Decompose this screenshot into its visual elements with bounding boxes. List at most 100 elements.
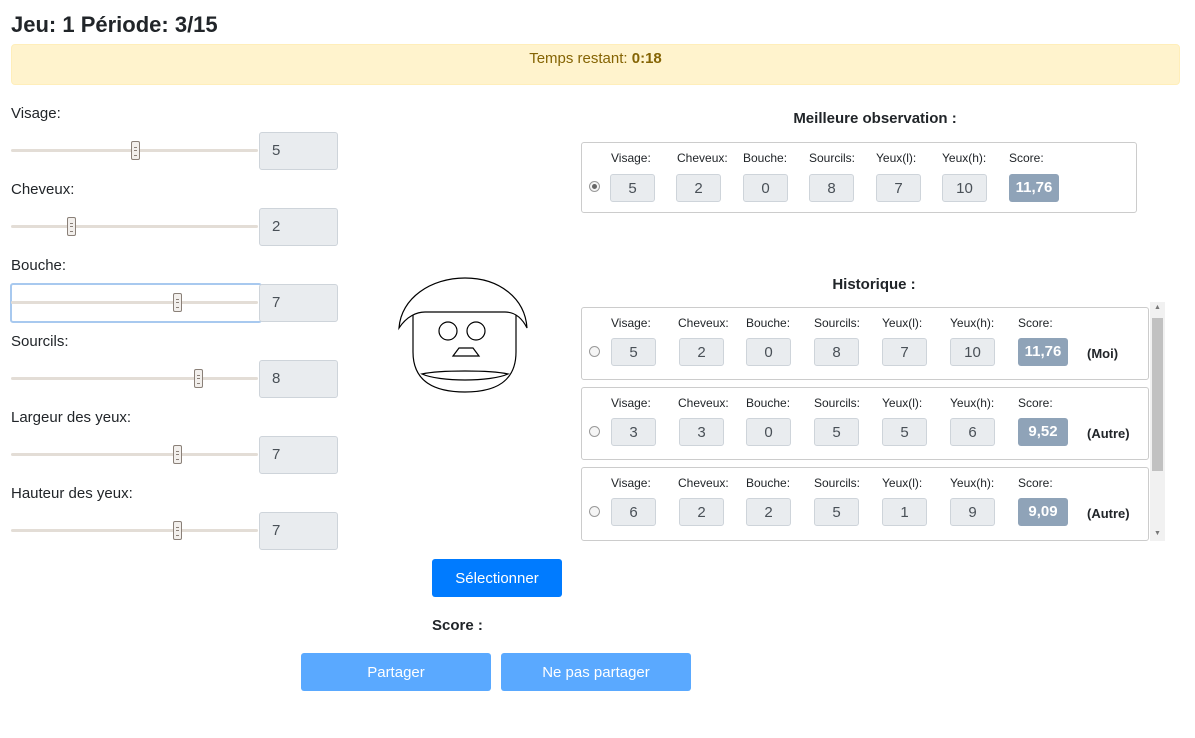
cell-value: 2: [679, 338, 724, 366]
best-observation-card: Visage: Cheveux: Bouche: Sourcils: Yeux(…: [581, 142, 1137, 213]
col-label: Visage:: [611, 476, 651, 490]
col-label: Visage:: [611, 316, 651, 330]
slider-visage[interactable]: [11, 141, 258, 160]
select-button[interactable]: Sélectionner: [432, 559, 562, 597]
cell-value: 9: [950, 498, 995, 526]
slider-label-cheveux: Cheveux:: [11, 181, 75, 198]
slider-bouche[interactable]: [11, 293, 258, 312]
slider-value-bouche: 7: [259, 284, 338, 322]
slider-handle[interactable]: [67, 217, 76, 236]
col-label: Bouche:: [746, 476, 791, 490]
col-label: Sourcils:: [809, 151, 856, 165]
slider-handle[interactable]: [194, 369, 203, 388]
col-label: Score:: [1018, 316, 1053, 330]
col-label: Bouche:: [743, 151, 788, 165]
cell-value: 6: [611, 498, 656, 526]
slider-handle[interactable]: [173, 293, 182, 312]
slider-label-visage: Visage:: [11, 105, 61, 122]
player-tag: (Autre): [1087, 426, 1130, 441]
slider-handle[interactable]: [131, 141, 140, 160]
scroll-down-icon[interactable]: ▼: [1154, 530, 1161, 537]
score-label: Score :: [432, 617, 483, 634]
cell-value: 5: [610, 174, 655, 202]
col-label: Yeux(l):: [882, 316, 923, 330]
slider-hauteur-yeux[interactable]: [11, 521, 258, 540]
col-label: Score:: [1018, 396, 1053, 410]
slider-value-hauteur-yeux: 7: [259, 512, 338, 550]
slider-label-hauteur-yeux: Hauteur des yeux:: [11, 485, 133, 502]
col-label: Yeux(h):: [942, 151, 987, 165]
slider-value-visage: 5: [259, 132, 338, 170]
col-label: Cheveux:: [678, 396, 729, 410]
score-badge: 9,52: [1018, 418, 1068, 446]
cell-value: 3: [611, 418, 656, 446]
slider-sourcils[interactable]: [11, 369, 258, 388]
best-observation-title: Meilleure observation :: [793, 110, 957, 127]
score-badge: 9,09: [1018, 498, 1068, 526]
col-label: Yeux(h):: [950, 476, 995, 490]
slider-label-largeur-yeux: Largeur des yeux:: [11, 409, 132, 426]
cell-value: 0: [746, 338, 791, 366]
score-badge: 11,76: [1009, 174, 1059, 202]
scroll-up-icon[interactable]: ▲: [1154, 304, 1161, 311]
col-label: Yeux(h):: [950, 316, 995, 330]
player-tag: (Autre): [1087, 506, 1130, 521]
slider-value-cheveux: 2: [259, 208, 338, 246]
col-label: Cheveux:: [678, 316, 729, 330]
col-label: Sourcils:: [814, 476, 861, 490]
col-label: Yeux(h):: [950, 396, 995, 410]
col-label: Cheveux:: [678, 476, 729, 490]
slider-label-bouche: Bouche:: [11, 257, 67, 274]
timer-value: 0:18: [631, 50, 662, 67]
cell-value: 5: [814, 498, 859, 526]
cell-value: 7: [876, 174, 921, 202]
col-label: Sourcils:: [814, 396, 861, 410]
slider-value-sourcils: 8: [259, 360, 338, 398]
cell-value: 7: [882, 338, 927, 366]
col-label: Yeux(l):: [876, 151, 917, 165]
page-title: Jeu: 1 Période: 3/15: [11, 12, 218, 37]
cell-value: 3: [679, 418, 724, 446]
col-label: Bouche:: [746, 316, 791, 330]
slider-handle[interactable]: [173, 521, 182, 540]
timer-alert: Temps restant: 0:18: [11, 44, 1180, 85]
cell-value: 0: [746, 418, 791, 446]
col-label: Bouche:: [746, 396, 791, 410]
cell-value: 2: [746, 498, 791, 526]
history-row: Visage: Cheveux: Bouche: Sourcils: Yeux(…: [581, 307, 1149, 380]
cell-value: 5: [611, 338, 656, 366]
cell-value: 8: [809, 174, 854, 202]
cell-value: 2: [676, 174, 721, 202]
history-title: Historique :: [832, 276, 916, 293]
slider-label-sourcils: Sourcils:: [11, 333, 69, 350]
cell-value: 0: [743, 174, 788, 202]
history-radio[interactable]: [589, 346, 600, 357]
history-radio[interactable]: [589, 426, 600, 437]
slider-largeur-yeux[interactable]: [11, 445, 258, 464]
player-tag: (Moi): [1087, 346, 1119, 361]
col-label: Yeux(l):: [882, 476, 923, 490]
col-label: Score:: [1018, 476, 1053, 490]
cell-value: 10: [950, 338, 995, 366]
face-drawing: [398, 277, 528, 393]
best-radio[interactable]: [589, 181, 600, 192]
cell-value: 10: [942, 174, 987, 202]
col-label: Yeux(l):: [882, 396, 923, 410]
slider-cheveux[interactable]: [11, 217, 258, 236]
cell-value: 5: [882, 418, 927, 446]
no-share-button[interactable]: Ne pas partager: [501, 653, 691, 691]
share-button[interactable]: Partager: [301, 653, 491, 691]
col-label: Visage:: [611, 151, 651, 165]
slider-handle[interactable]: [173, 445, 182, 464]
history-row: Visage: Cheveux: Bouche: Sourcils: Yeux(…: [581, 467, 1149, 541]
history-radio[interactable]: [589, 506, 600, 517]
timer-label: Temps restant:: [529, 50, 628, 67]
cell-value: 8: [814, 338, 859, 366]
history-scrollbar-thumb[interactable]: [1152, 318, 1163, 471]
cell-value: 2: [679, 498, 724, 526]
history-row: Visage: Cheveux: Bouche: Sourcils: Yeux(…: [581, 387, 1149, 460]
col-label: Score:: [1009, 151, 1044, 165]
cell-value: 5: [814, 418, 859, 446]
col-label: Cheveux:: [677, 151, 728, 165]
cell-value: 6: [950, 418, 995, 446]
